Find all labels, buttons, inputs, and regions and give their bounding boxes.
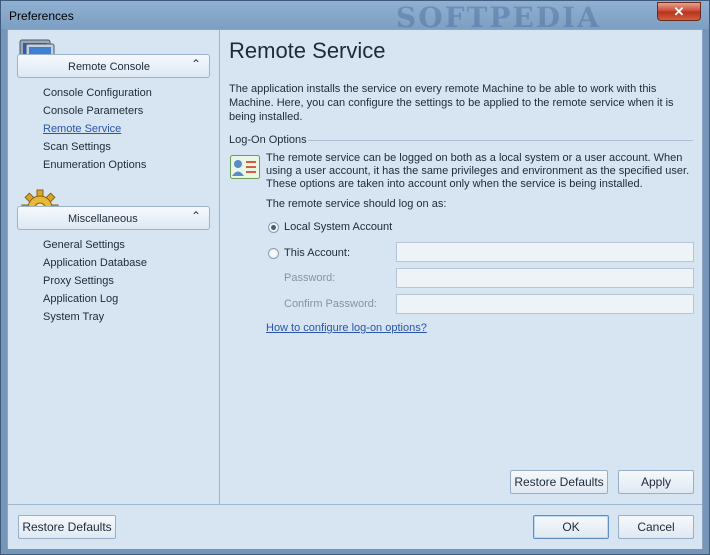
dialog-footer: Restore Defaults OK Cancel xyxy=(8,504,702,549)
cancel-button[interactable]: Cancel xyxy=(618,515,694,539)
footer-restore-defaults-button[interactable]: Restore Defaults xyxy=(18,515,116,539)
radio-this-account[interactable]: This Account: xyxy=(268,245,350,261)
nav-list-remote-console: Console Configuration Console Parameters… xyxy=(43,84,152,174)
sidebar-item-application-log[interactable]: Application Log xyxy=(43,290,147,308)
client-area: Remote Console ⌃ Console Configuration C… xyxy=(7,29,703,549)
section-divider xyxy=(308,140,693,141)
group-header-miscellaneous[interactable]: Miscellaneous ⌃ xyxy=(17,206,210,230)
title-bar[interactable]: Preferences SOFTPEDIA ✕ xyxy=(1,1,709,34)
sidebar-item-enumeration-options[interactable]: Enumeration Options xyxy=(43,156,152,174)
sidebar-item-console-parameters[interactable]: Console Parameters xyxy=(43,102,152,120)
sidebar-item-scan-settings[interactable]: Scan Settings xyxy=(43,138,152,156)
apply-button[interactable]: Apply xyxy=(618,470,694,494)
radio-local-system-account[interactable]: Local System Account xyxy=(268,219,392,235)
sidebar-item-remote-service[interactable]: Remote Service xyxy=(43,120,152,138)
sidebar: Remote Console ⌃ Console Configuration C… xyxy=(8,30,220,504)
sidebar-item-application-database[interactable]: Application Database xyxy=(43,254,147,272)
group-header-remote-console[interactable]: Remote Console ⌃ xyxy=(17,54,210,78)
radio-label: Local System Account xyxy=(284,221,393,233)
group-label: Miscellaneous xyxy=(68,213,138,225)
nav-list-miscellaneous: General Settings Application Database Pr… xyxy=(43,236,147,326)
preferences-window: Preferences SOFTPEDIA ✕ Remote Console ⌃… xyxy=(0,0,710,555)
close-icon: ✕ xyxy=(673,4,685,19)
account-input[interactable] xyxy=(396,242,694,262)
intro-text: The application installs the service on … xyxy=(229,83,674,123)
page-title: Remote Service xyxy=(229,38,386,63)
password-label: Password: xyxy=(284,272,336,284)
password-input[interactable] xyxy=(396,268,694,288)
confirm-password-label: Confirm Password: xyxy=(284,298,377,310)
close-button[interactable]: ✕ xyxy=(657,2,701,21)
chevron-up-icon[interactable]: ⌃ xyxy=(191,209,201,223)
radio-label: This Account: xyxy=(284,247,351,259)
restore-defaults-button[interactable]: Restore Defaults xyxy=(510,470,608,494)
content-panel: Remote Service The application installs … xyxy=(220,30,702,504)
chevron-up-icon[interactable]: ⌃ xyxy=(191,57,201,71)
sidebar-item-general-settings[interactable]: General Settings xyxy=(43,236,147,254)
sidebar-item-console-configuration[interactable]: Console Configuration xyxy=(43,84,152,102)
ok-button[interactable]: OK xyxy=(533,515,609,539)
section-label-log-on-options: Log-On Options xyxy=(229,134,307,146)
confirm-password-input[interactable] xyxy=(396,294,694,314)
radio-button[interactable] xyxy=(268,247,279,259)
info-text: The remote service can be logged on both… xyxy=(266,152,690,190)
sidebar-item-proxy-settings[interactable]: Proxy Settings xyxy=(43,272,147,290)
window-title: Preferences xyxy=(9,9,74,23)
help-link-log-on-options[interactable]: How to configure log-on options? xyxy=(266,322,427,334)
logon-prompt: The remote service should log on as: xyxy=(266,198,447,210)
sidebar-item-system-tray[interactable]: System Tray xyxy=(43,308,147,326)
user-card-icon xyxy=(230,155,260,182)
radio-button[interactable] xyxy=(268,221,279,233)
group-label: Remote Console xyxy=(68,61,150,73)
